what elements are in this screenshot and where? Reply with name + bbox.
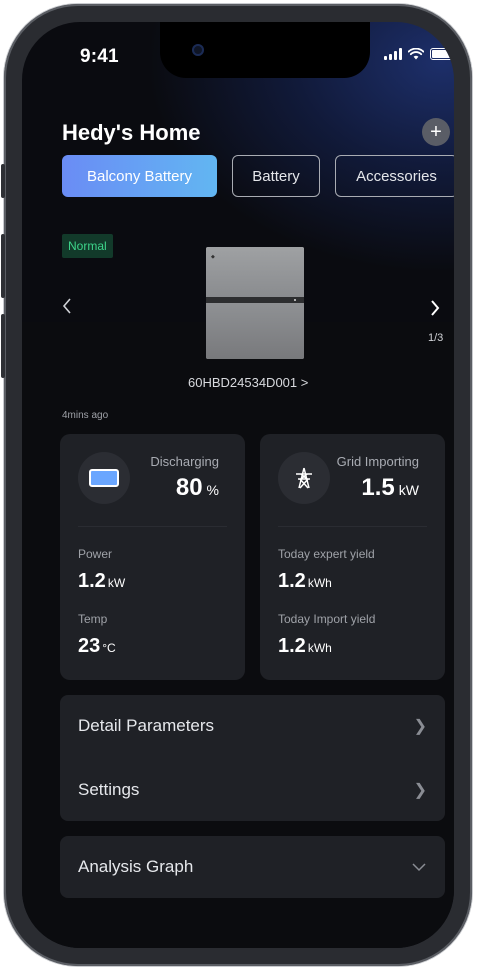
power-value: 1.2 kW bbox=[78, 570, 126, 592]
tab-accessories[interactable]: Accessories bbox=[335, 155, 454, 197]
battery-icon bbox=[78, 452, 130, 504]
settings-panel: Detail Parameters ❯ Settings ❯ bbox=[60, 695, 445, 821]
chevron-left-icon bbox=[62, 298, 71, 314]
battery-percent: 80% bbox=[175, 474, 219, 501]
grid-power: 1.5 kW bbox=[361, 474, 419, 501]
signal-icon bbox=[384, 48, 402, 60]
detail-parameters-label: Detail Parameters bbox=[78, 716, 215, 735]
status-badge: Normal bbox=[62, 234, 113, 258]
temp-label: Temp bbox=[78, 612, 108, 626]
camera bbox=[192, 44, 204, 56]
phone-frame: 9:41 Hedy's Home + Balcony Battery Batte… bbox=[1, 4, 472, 966]
power-label: Power bbox=[78, 547, 113, 561]
export-yield-value: 1.2 kWh bbox=[278, 570, 332, 592]
import-yield-label: Today Import yield bbox=[278, 612, 376, 626]
grid-card[interactable]: Grid Importing 1.5 kW Today expert yield … bbox=[260, 434, 445, 680]
detail-parameters-item[interactable]: Detail Parameters ❯ bbox=[78, 695, 427, 757]
chevron-down-icon bbox=[412, 863, 426, 872]
device-pager: 1/3 bbox=[428, 332, 444, 344]
tab-battery[interactable]: Battery bbox=[232, 155, 320, 197]
status-icons bbox=[384, 48, 454, 60]
temp-value: 23 °C bbox=[78, 635, 116, 657]
chevron-right-icon: ❯ bbox=[413, 718, 427, 735]
battery-status-icon bbox=[430, 48, 454, 60]
analysis-graph-label: Analysis Graph bbox=[78, 857, 194, 876]
chevron-right-icon bbox=[431, 300, 440, 316]
battery-state: Discharging bbox=[150, 454, 219, 469]
side-button bbox=[1, 164, 5, 198]
next-device-button[interactable] bbox=[430, 298, 444, 318]
analysis-panel[interactable]: Analysis Graph bbox=[60, 836, 445, 898]
device-image[interactable]: ◆ bbox=[206, 247, 304, 359]
divider bbox=[78, 526, 227, 527]
prev-device-button[interactable] bbox=[62, 296, 76, 316]
add-button[interactable]: + bbox=[422, 118, 450, 146]
app-screen: 9:41 Hedy's Home + Balcony Battery Batte… bbox=[22, 22, 454, 948]
tab-balcony-battery[interactable]: Balcony Battery bbox=[62, 155, 217, 197]
volume-down-button bbox=[1, 314, 5, 378]
settings-item[interactable]: Settings ❯ bbox=[78, 759, 427, 821]
volume-up-button bbox=[1, 234, 5, 298]
wifi-icon bbox=[408, 48, 424, 60]
settings-label: Settings bbox=[78, 780, 140, 799]
chevron-right-icon: ❯ bbox=[413, 782, 427, 799]
import-yield-value: 1.2 kWh bbox=[278, 635, 332, 657]
last-updated: 4mins ago bbox=[62, 410, 109, 421]
grid-state: Grid Importing bbox=[336, 454, 419, 469]
analysis-graph-item[interactable]: Analysis Graph bbox=[78, 836, 427, 898]
device-serial-link[interactable]: 60HBD24534D001 > bbox=[188, 375, 308, 390]
page-title: Hedy's Home bbox=[62, 120, 201, 145]
power-tower-icon bbox=[278, 452, 330, 504]
export-yield-label: Today expert yield bbox=[278, 547, 375, 561]
status-time: 9:41 bbox=[80, 46, 119, 67]
divider bbox=[278, 526, 427, 527]
battery-card[interactable]: Discharging 80% Power 1.2 kW Temp 23 °C bbox=[60, 434, 245, 680]
